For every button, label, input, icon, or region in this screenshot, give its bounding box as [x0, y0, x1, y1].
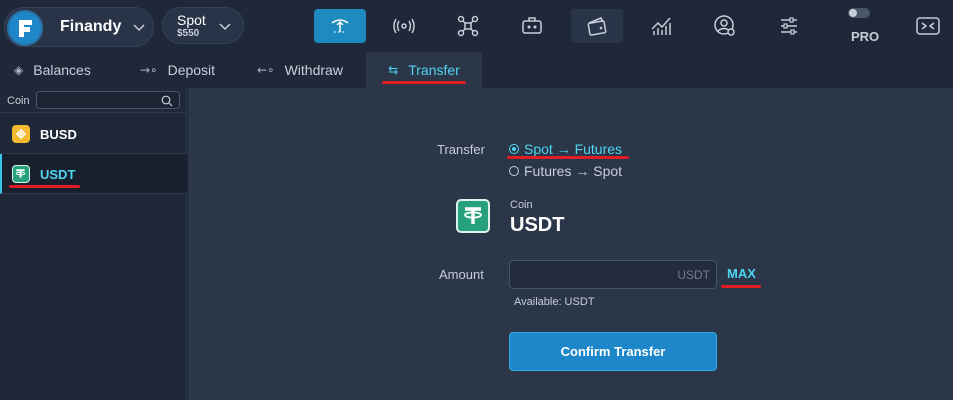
coin-caption: Coin: [510, 199, 533, 211]
coin-list-header: Coin: [0, 88, 187, 113]
transfer-label: Transfer: [437, 142, 485, 157]
radio-label: Futures → Spot: [524, 163, 623, 179]
chevron-down-icon: [219, 23, 231, 31]
usdt-icon: [12, 165, 30, 183]
nav-wallet-button[interactable]: [571, 9, 623, 43]
bot-icon: [522, 17, 542, 34]
transfer-panel: Transfer Spot → Futures Futures → Spot C…: [188, 88, 953, 400]
wallet-icon: ◈: [14, 63, 24, 77]
nav-settings-button[interactable]: [763, 9, 815, 43]
amount-unit: USDT: [677, 268, 710, 282]
coin-list-item-selected[interactable]: USDT: [0, 154, 187, 194]
radio-spot-to-futures[interactable]: Spot → Futures: [509, 141, 622, 157]
search-icon: [161, 95, 173, 107]
tab-label: Withdraw: [284, 62, 343, 78]
confirm-transfer-button[interactable]: Confirm Transfer: [509, 332, 717, 371]
nav-bot-button[interactable]: [506, 9, 558, 43]
wallet-icon: [587, 17, 607, 36]
coin-header-label: Coin: [7, 95, 30, 107]
tab-balances[interactable]: ◈ Balances: [14, 52, 91, 88]
coin-list-item[interactable]: BUSD: [0, 114, 187, 154]
account-name: Spot: [177, 12, 206, 28]
max-button[interactable]: MAX: [727, 266, 756, 281]
tab-bar: ◈ Balances →∘ Deposit ←∘ Withdraw ⇆ Tran…: [0, 52, 953, 88]
highlight-underline: [507, 156, 629, 159]
radio-dot: [509, 166, 519, 176]
available-balance: Available: USDT: [514, 296, 595, 308]
account-selector[interactable]: Spot $550: [162, 7, 244, 44]
tab-deposit[interactable]: →∘ Deposit: [140, 52, 215, 88]
selected-coin: USDT: [510, 214, 565, 236]
withdraw-icon: ←∘: [257, 63, 275, 77]
nav-network-button[interactable]: [442, 9, 494, 43]
tab-label: Deposit: [167, 62, 216, 78]
finandy-logo-icon: [7, 10, 43, 46]
nav-chart-button[interactable]: [635, 9, 687, 43]
tab-label: Transfer: [408, 62, 460, 78]
network-icon: [457, 15, 479, 37]
highlight-underline: [9, 185, 80, 188]
radio-dot: [509, 144, 519, 154]
transfer-icon: ⇆: [388, 63, 399, 77]
coin-sidebar: Coin BUSD USDT: [0, 88, 187, 400]
deposit-icon: →∘: [140, 63, 158, 77]
radio-futures-to-spot[interactable]: Futures → Spot: [509, 163, 622, 179]
signal-icon: [393, 18, 415, 34]
chart-icon: [651, 17, 671, 35]
usdt-icon: [456, 199, 490, 233]
amount-label: Amount: [439, 267, 484, 282]
pro-label: PRO: [851, 29, 880, 44]
tab-label: Balances: [33, 62, 91, 78]
amount-input[interactable]: USDT: [509, 260, 717, 289]
collapse-icon[interactable]: [916, 17, 940, 35]
top-bar: Finandy Spot $550 PRO: [0, 0, 953, 52]
sliders-icon: [781, 17, 797, 35]
tab-withdraw[interactable]: ←∘ Withdraw: [257, 52, 343, 88]
pro-toggle[interactable]: [848, 8, 870, 18]
brand-name: Finandy: [60, 18, 122, 35]
chevron-down-icon: [133, 24, 145, 32]
account-balance: $550: [177, 28, 200, 39]
nav-signals-button[interactable]: [378, 9, 430, 43]
app-window: Finandy Spot $550 PRO ◈ Balances →∘ Depo…: [0, 0, 953, 400]
highlight-underline: [721, 285, 761, 288]
highlight-underline: [382, 81, 466, 84]
user-settings-icon: [714, 15, 735, 36]
nav-profile-button[interactable]: [699, 9, 751, 43]
nav-terminal-button[interactable]: [314, 9, 366, 43]
brand-selector[interactable]: Finandy: [4, 7, 154, 47]
busd-icon: [12, 125, 30, 143]
coin-symbol: BUSD: [40, 127, 77, 142]
radio-label: Spot → Futures: [524, 141, 623, 157]
coin-search-input[interactable]: [36, 91, 180, 109]
terminal-icon: [331, 19, 349, 33]
coin-symbol: USDT: [40, 167, 76, 182]
